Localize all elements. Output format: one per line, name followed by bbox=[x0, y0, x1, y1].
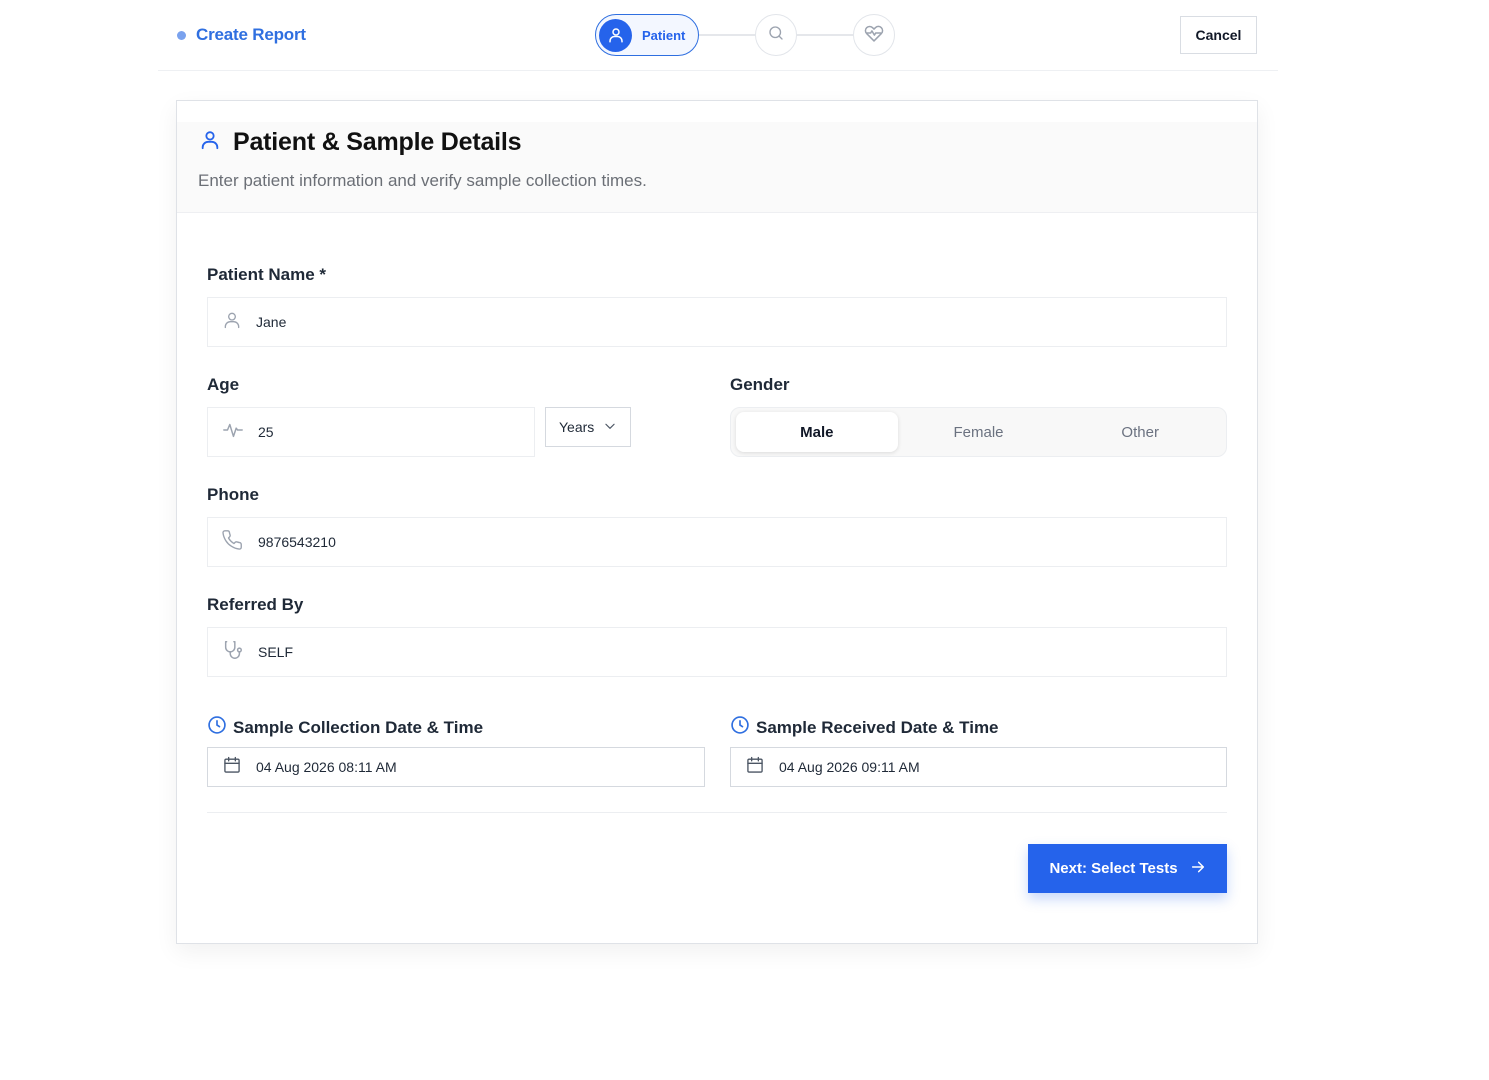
sample-collection-label-row: Sample Collection Date & Time bbox=[207, 715, 483, 740]
step-results[interactable] bbox=[853, 14, 896, 56]
top-bar: Create Report Patient Cancel bbox=[158, 0, 1278, 71]
next-button-label: Next: Select Tests bbox=[1049, 860, 1178, 877]
sample-collection-label: Sample Collection Date & Time bbox=[233, 717, 484, 737]
sample-collection-value: 04 Aug 2026 08:11 AM bbox=[256, 759, 397, 775]
patient-name-field[interactable]: Jane bbox=[207, 297, 1227, 347]
age-field[interactable]: 25 bbox=[207, 407, 535, 457]
divider bbox=[207, 812, 1227, 813]
search-icon bbox=[767, 24, 785, 47]
user-icon bbox=[199, 128, 221, 157]
phone-value: 9876543210 bbox=[258, 534, 336, 550]
sample-received-value: 04 Aug 2026 09:11 AM bbox=[779, 759, 920, 775]
activity-icon bbox=[222, 419, 244, 446]
phone-label: Phone bbox=[207, 485, 259, 504]
card-title: Patient & Sample Details bbox=[233, 128, 522, 156]
sample-collection-field[interactable]: 04 Aug 2026 08:11 AM bbox=[207, 747, 705, 787]
status-dot bbox=[177, 30, 186, 40]
calendar-icon bbox=[745, 755, 765, 780]
step-tests[interactable] bbox=[755, 14, 798, 56]
stepper: Patient bbox=[595, 14, 896, 56]
clock-icon bbox=[730, 715, 750, 740]
brand: Create Report bbox=[177, 25, 306, 45]
patient-name-value: Jane bbox=[256, 314, 287, 330]
patient-details-card: Patient & Sample Details Enter patient i… bbox=[176, 100, 1258, 944]
phone-field[interactable]: 9876543210 bbox=[207, 517, 1227, 567]
cancel-button[interactable]: Cancel bbox=[1180, 16, 1257, 54]
step-connector bbox=[797, 34, 854, 36]
patient-name-label: Patient Name * bbox=[207, 265, 327, 284]
sample-received-label: Sample Received Date & Time bbox=[756, 717, 999, 737]
heart-pulse-icon bbox=[864, 23, 884, 48]
age-unit-select[interactable]: Years bbox=[545, 407, 631, 447]
step-connector bbox=[699, 34, 756, 36]
chevron-down-icon bbox=[603, 419, 617, 436]
step-patient-label: Patient bbox=[642, 27, 686, 43]
clock-icon bbox=[207, 715, 227, 740]
card-title-row: Patient & Sample Details bbox=[199, 128, 522, 157]
age-unit-value: Years bbox=[559, 419, 595, 435]
sample-received-label-row: Sample Received Date & Time bbox=[730, 715, 999, 740]
phone-icon bbox=[222, 529, 244, 556]
gender-option-male[interactable]: Male bbox=[736, 412, 898, 452]
calendar-icon bbox=[222, 755, 242, 780]
card-subtitle: Enter patient information and verify sam… bbox=[198, 171, 647, 190]
gender-label: Gender bbox=[730, 375, 790, 394]
gender-option-other[interactable]: Other bbox=[1059, 412, 1221, 452]
gender-toggle: Male Female Other bbox=[730, 407, 1227, 457]
gender-option-female[interactable]: Female bbox=[898, 412, 1060, 452]
sample-received-field[interactable]: 04 Aug 2026 09:11 AM bbox=[730, 747, 1227, 787]
page-title: Create Report bbox=[196, 25, 306, 44]
referred-by-label: Referred By bbox=[207, 595, 304, 614]
user-icon bbox=[222, 310, 242, 335]
age-value: 25 bbox=[258, 424, 274, 440]
age-label: Age bbox=[207, 375, 240, 394]
step-patient[interactable]: Patient bbox=[595, 14, 700, 56]
user-icon bbox=[599, 18, 632, 52]
card-header: Patient & Sample Details Enter patient i… bbox=[177, 122, 1257, 213]
referred-by-field[interactable]: SELF bbox=[207, 627, 1227, 677]
stethoscope-icon bbox=[222, 639, 244, 666]
referred-by-value: SELF bbox=[258, 644, 294, 660]
arrow-right-icon bbox=[1190, 859, 1206, 879]
next-select-tests-button[interactable]: Next: Select Tests bbox=[1028, 844, 1227, 893]
